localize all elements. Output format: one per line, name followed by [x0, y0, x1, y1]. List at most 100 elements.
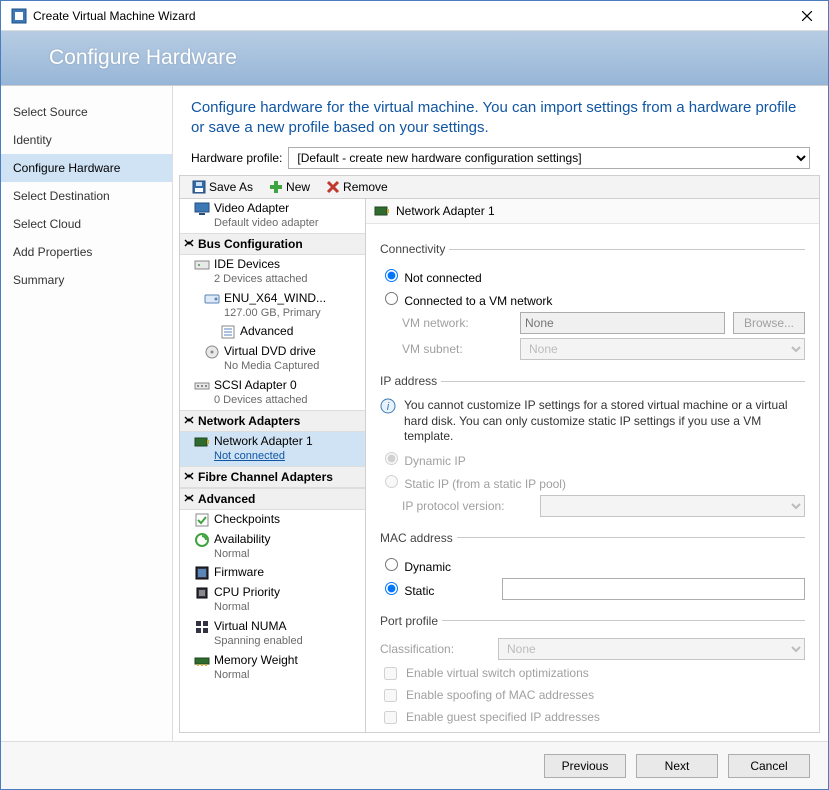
- chk-virtual-switch-opt[interactable]: Enable virtual switch optimizations: [380, 664, 805, 683]
- radio-mac-dynamic[interactable]: Dynamic: [380, 555, 451, 574]
- new-button[interactable]: New: [263, 178, 316, 196]
- step-configure-hardware[interactable]: Configure Hardware: [1, 154, 172, 182]
- window-title: Create Virtual Machine Wizard: [33, 9, 790, 23]
- mac-static-input[interactable]: [502, 578, 805, 600]
- wizard-footer: Previous Next Cancel: [1, 741, 828, 789]
- save-as-button[interactable]: Save As: [186, 178, 259, 196]
- detail-header: Network Adapter 1: [366, 199, 819, 224]
- radio-mac-static[interactable]: Static: [380, 579, 434, 598]
- step-identity[interactable]: Identity: [1, 126, 172, 154]
- tree-ide-devices[interactable]: IDE Devices 2 Devices attached: [180, 255, 365, 289]
- browse-button[interactable]: Browse...: [733, 312, 805, 334]
- port-profile-group: Port profile Classification: None Enable…: [380, 614, 805, 730]
- vm-subnet-select[interactable]: None: [520, 338, 805, 360]
- collapse-icon: [183, 238, 195, 250]
- tree-group-bus[interactable]: Bus Configuration: [180, 233, 365, 255]
- page-title: Configure Hardware: [49, 46, 237, 70]
- ip-protocol-label: IP protocol version:: [402, 499, 532, 513]
- tree-hard-disk[interactable]: ENU_X64_WIND... 127.00 GB, Primary: [180, 289, 365, 323]
- tree-group-advanced[interactable]: Advanced: [180, 488, 365, 510]
- hardware-toolbar: Save As New Remove: [179, 175, 820, 199]
- tree-group-fibre[interactable]: Fibre Channel Adapters: [180, 466, 365, 488]
- dvd-icon: [204, 344, 220, 360]
- tree-virtual-numa[interactable]: Virtual NUMA Spanning enabled: [180, 617, 365, 651]
- wizard-steps: Select Source Identity Configure Hardwar…: [1, 86, 173, 741]
- hard-disk-icon: [204, 291, 220, 307]
- collapse-icon: [183, 471, 195, 483]
- tree-checkpoints[interactable]: Checkpoints: [180, 510, 365, 530]
- collapse-icon: [183, 493, 195, 505]
- main-panel: Configure hardware for the virtual machi…: [173, 86, 828, 741]
- firmware-icon: [194, 565, 210, 581]
- classification-label: Classification:: [380, 642, 490, 656]
- connectivity-legend: Connectivity: [380, 242, 449, 256]
- step-select-cloud[interactable]: Select Cloud: [1, 210, 172, 238]
- scsi-icon: [194, 378, 210, 394]
- vm-network-label: VM network:: [402, 316, 512, 330]
- availability-icon: [194, 532, 210, 548]
- radio-dynamic-ip[interactable]: Dynamic IP: [380, 449, 466, 468]
- radio-connected-vm-network[interactable]: Connected to a VM network: [380, 289, 552, 308]
- step-add-properties[interactable]: Add Properties: [1, 238, 172, 266]
- mac-legend: MAC address: [380, 531, 457, 545]
- remove-label: Remove: [343, 180, 388, 194]
- next-button[interactable]: Next: [636, 754, 718, 778]
- detail-title: Network Adapter 1: [396, 204, 495, 218]
- ip-address-group: IP address i You cannot customize IP set…: [380, 374, 805, 521]
- tree-dvd-drive[interactable]: Virtual DVD drive No Media Captured: [180, 342, 365, 376]
- tree-scsi-adapter[interactable]: SCSI Adapter 0 0 Devices attached: [180, 376, 365, 410]
- chk-mac-spoofing[interactable]: Enable spoofing of MAC addresses: [380, 686, 805, 705]
- hardware-tree[interactable]: Video Adapter Default video adapter Bus …: [180, 199, 366, 732]
- banner: Configure Hardware: [1, 31, 828, 85]
- vm-network-input[interactable]: [520, 312, 725, 334]
- tree-availability[interactable]: Availability Normal: [180, 530, 365, 564]
- hardware-profile-label: Hardware profile:: [191, 151, 282, 165]
- window-close-button[interactable]: [790, 4, 824, 28]
- wizard-body: Select Source Identity Configure Hardwar…: [1, 85, 828, 741]
- save-as-label: Save As: [209, 180, 253, 194]
- numa-icon: [194, 619, 210, 635]
- tree-memory-weight[interactable]: Memory Weight Normal: [180, 651, 365, 685]
- radio-not-connected[interactable]: Not connected: [380, 266, 482, 285]
- detail-body: Connectivity Not connected Connected to …: [366, 224, 819, 732]
- collapse-icon: [183, 415, 195, 427]
- plus-icon: [269, 180, 283, 194]
- monitor-icon: [194, 201, 210, 217]
- cancel-button[interactable]: Cancel: [728, 754, 810, 778]
- cpu-icon: [194, 585, 210, 601]
- tree-advanced-disk[interactable]: Advanced: [180, 322, 365, 342]
- titlebar: Create Virtual Machine Wizard: [1, 1, 828, 31]
- mac-address-group: MAC address Dynamic Static: [380, 531, 805, 604]
- save-icon: [192, 180, 206, 194]
- tree-group-network[interactable]: Network Adapters: [180, 410, 365, 432]
- list-icon: [220, 324, 236, 340]
- ip-protocol-select[interactable]: [540, 495, 805, 517]
- radio-static-ip[interactable]: Static IP (from a static IP pool): [380, 472, 566, 491]
- hardware-profile-select[interactable]: [Default - create new hardware configura…: [288, 147, 810, 169]
- chk-guest-ip[interactable]: Enable guest specified IP addresses: [380, 708, 805, 727]
- tree-video-adapter[interactable]: Video Adapter Default video adapter: [180, 199, 365, 233]
- ide-icon: [194, 257, 210, 273]
- remove-button[interactable]: Remove: [320, 178, 394, 196]
- step-select-destination[interactable]: Select Destination: [1, 182, 172, 210]
- checkpoint-icon: [194, 512, 210, 528]
- memory-icon: [194, 653, 210, 669]
- tree-network-adapter-1[interactable]: Network Adapter 1 Not connected: [180, 432, 365, 466]
- ip-legend: IP address: [380, 374, 441, 388]
- hardware-profile-row: Hardware profile: [Default - create new …: [173, 143, 828, 175]
- tree-firmware[interactable]: Firmware: [180, 563, 365, 583]
- step-summary[interactable]: Summary: [1, 266, 172, 294]
- step-select-source[interactable]: Select Source: [1, 98, 172, 126]
- info-icon: i: [380, 398, 396, 414]
- port-legend: Port profile: [380, 614, 442, 628]
- wizard-window: Create Virtual Machine Wizard Configure …: [0, 0, 829, 790]
- previous-button[interactable]: Previous: [544, 754, 626, 778]
- nic-icon: [374, 203, 390, 219]
- detail-panel: Network Adapter 1 Connectivity Not conne…: [366, 199, 819, 732]
- intro-text: Configure hardware for the virtual machi…: [173, 86, 828, 143]
- vm-subnet-label: VM subnet:: [402, 342, 512, 356]
- classification-select[interactable]: None: [498, 638, 805, 660]
- nic-icon: [194, 434, 210, 450]
- new-label: New: [286, 180, 310, 194]
- tree-cpu-priority[interactable]: CPU Priority Normal: [180, 583, 365, 617]
